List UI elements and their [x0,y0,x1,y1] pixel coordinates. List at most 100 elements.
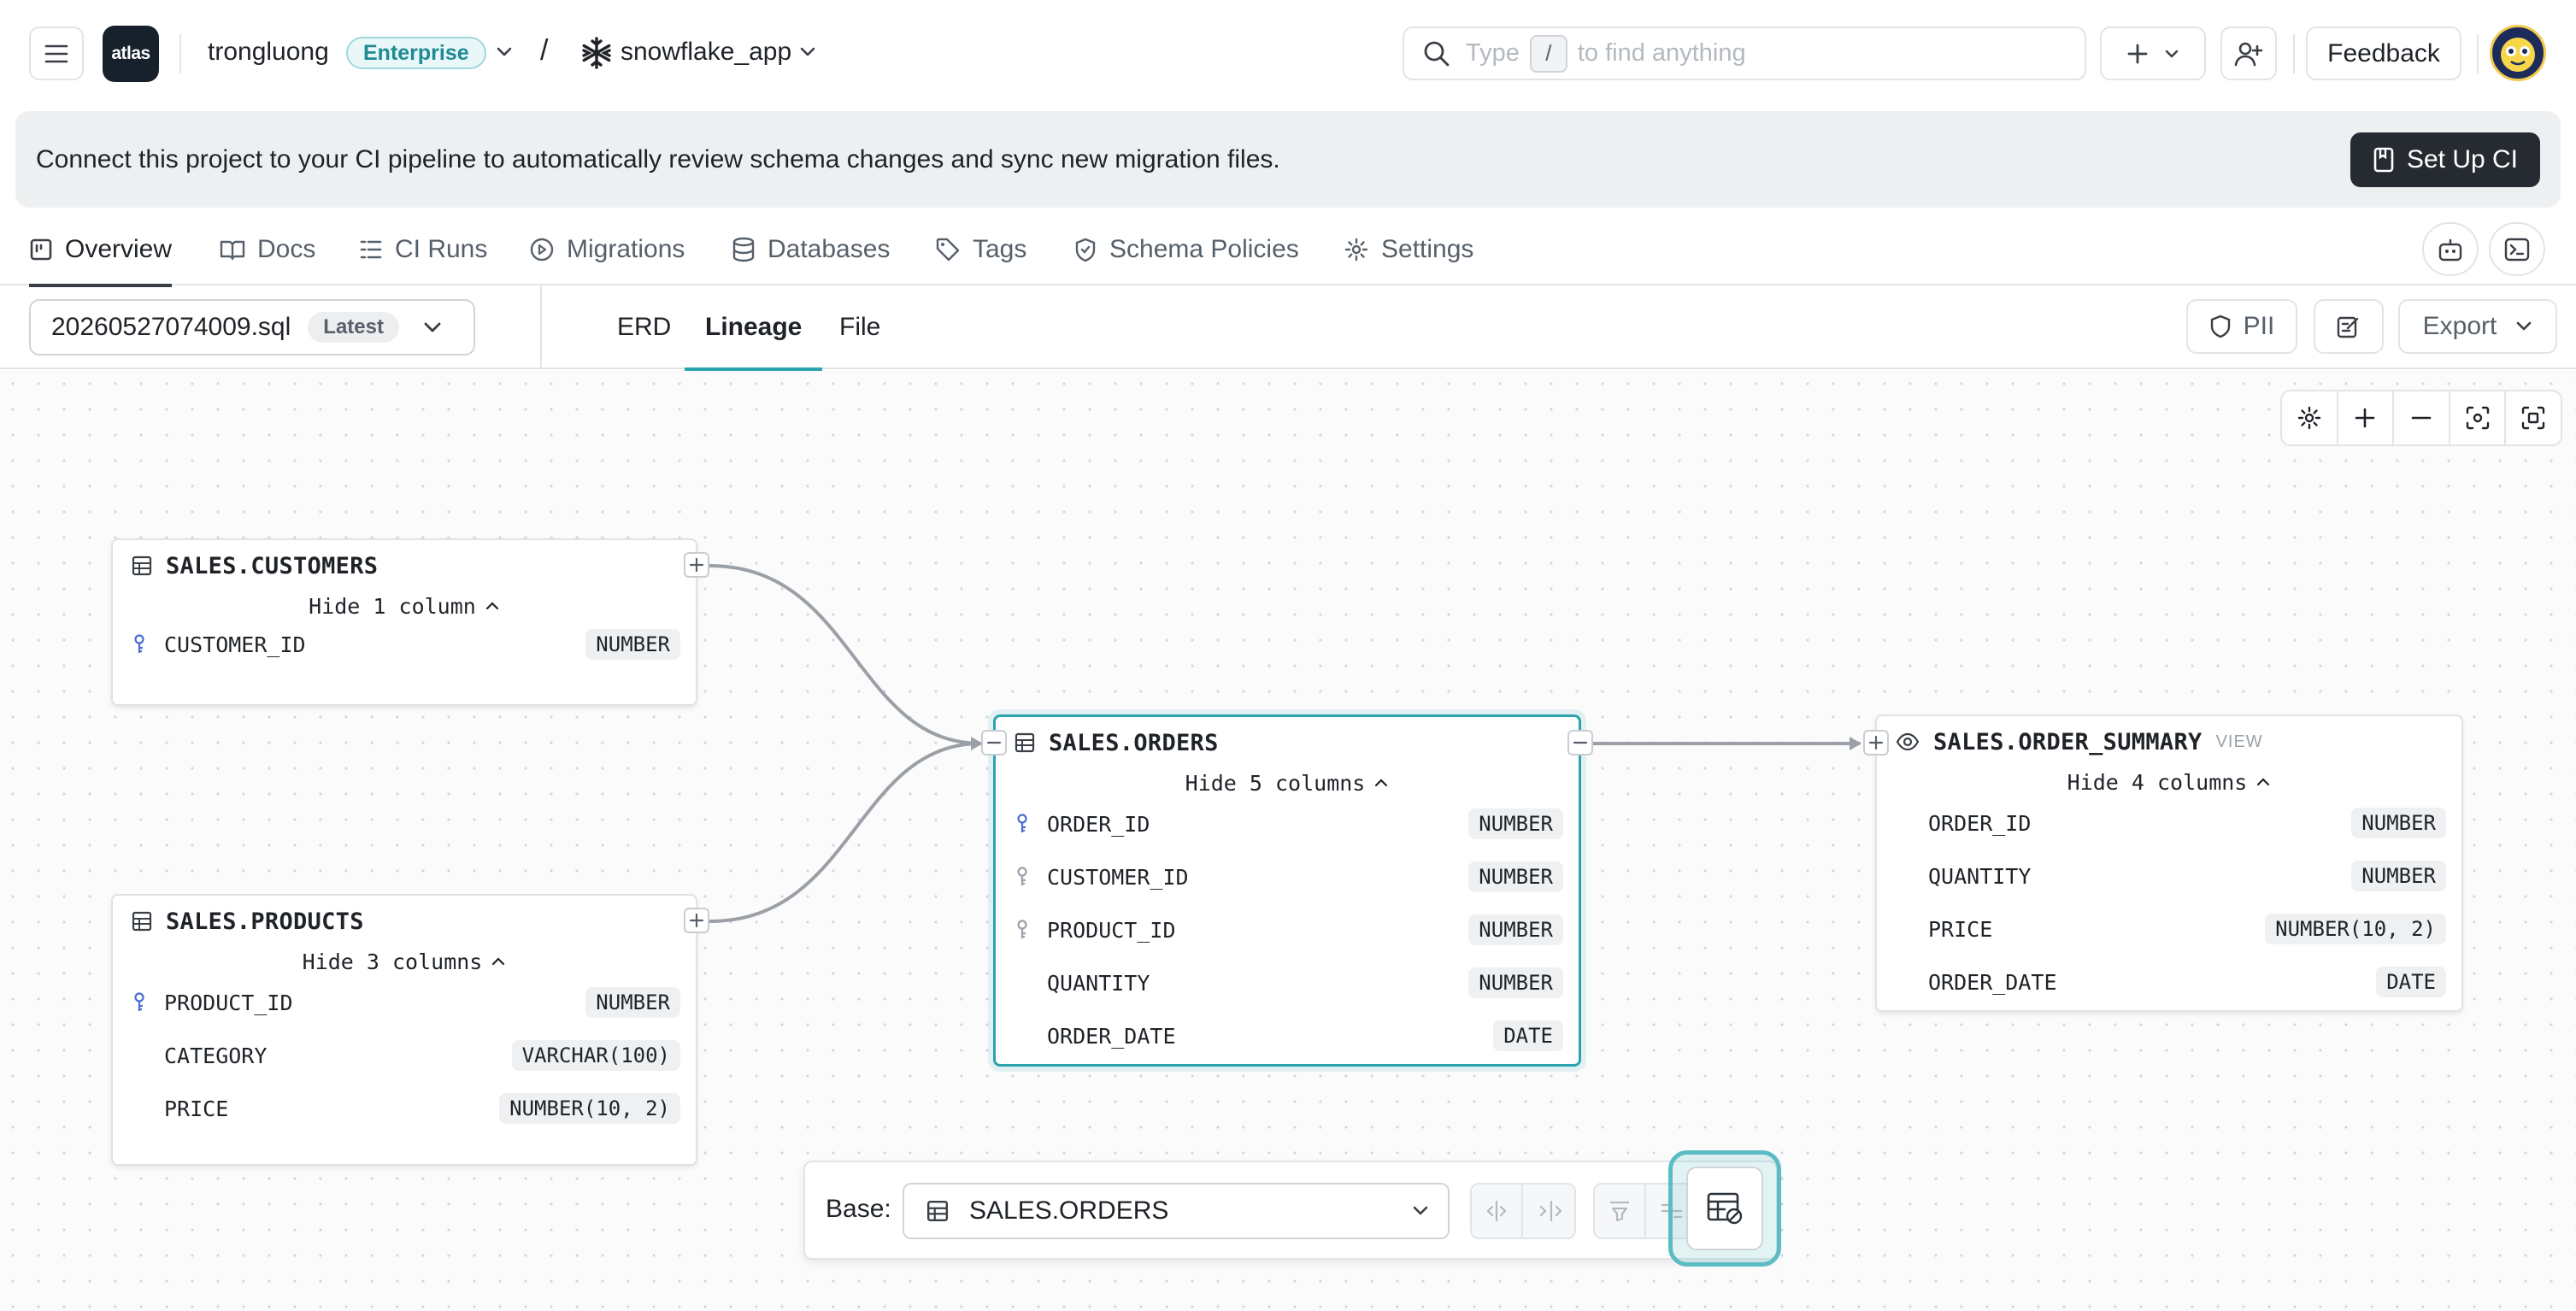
tab-label: Databases [768,235,891,263]
column-row: ORDER_ID NUMBER [1877,797,2461,850]
column-name: CATEGORY [164,1043,268,1068]
node-header: SALES.ORDERS [996,717,1579,768]
hide-columns-toggle[interactable]: Hide 4 columns [1877,767,2461,797]
search-icon [1424,41,1450,66]
tab-label: Schema Policies [1109,235,1299,263]
column-name: ORDER_DATE [1928,969,2057,995]
create-menu-button[interactable] [2100,26,2206,80]
global-search[interactable]: Type / to find anything [1403,26,2086,80]
avatar-icon [2501,38,2535,72]
hide-unrelated-tables-button[interactable] [1686,1167,1763,1250]
expand-handle[interactable] [684,908,709,933]
view-node-order-summary[interactable]: SALES.ORDER_SUMMARY VIEW Hide 4 columns … [1875,714,2463,1012]
divider [179,34,181,73]
user-avatar[interactable] [2490,25,2546,81]
filter-button[interactable] [1595,1185,1646,1238]
tab-migrations[interactable]: Migrations [529,214,685,285]
feedback-button[interactable]: Feedback [2306,26,2461,80]
edit-notes-button[interactable] [2314,299,2384,354]
column-row: PRODUCT_ID NUMBER [996,903,1579,956]
project-nav: Overview Docs CI Runs Migrations Databas… [0,214,2576,287]
table-node-customers[interactable]: SALES.CUSTOMERS Hide 1 column CUSTOMER_I… [111,538,697,706]
tab-schema-policies[interactable]: Schema Policies [1073,214,1299,285]
top-bar: atlas trongluong Enterprise / snowflake_… [0,0,2576,108]
node-title: SALES.ORDER_SUMMARY [1933,728,2203,755]
invite-user-button[interactable] [2220,26,2277,80]
column-row: PRODUCT_ID NUMBER [113,976,696,1029]
minus-icon [986,741,1002,744]
atlas-logo[interactable]: atlas [103,26,159,82]
table-node-products[interactable]: SALES.PRODUCTS Hide 3 columns PRODUCT_ID… [111,894,697,1166]
add-user-icon [2234,42,2263,66]
tab-databases[interactable]: Databases [732,214,890,285]
column-name: QUANTITY [1928,863,2032,889]
tab-erd[interactable]: ERD [617,285,671,369]
column-name: PRODUCT_ID [164,990,293,1015]
column-name: QUANTITY [1047,970,1150,996]
hide-columns-toggle[interactable]: Hide 3 columns [113,947,696,976]
column-type: DATE [1493,1020,1563,1051]
column-name: PRODUCT_ID [1047,917,1176,943]
chevron-down-icon[interactable] [496,46,513,58]
database-icon [732,237,755,262]
chevron-up-icon [1375,779,1388,787]
tab-label: Migrations [567,235,685,263]
hide-columns-label: Hide 4 columns [2067,769,2248,795]
base-table-select[interactable]: SALES.ORDERS [903,1183,1450,1239]
column-type: NUMBER [1468,861,1563,892]
chevron-up-icon [492,957,505,966]
collapse-handle[interactable] [1567,730,1593,755]
column-row: PRICE NUMBER(10, 2) [113,1082,696,1135]
column-row: ORDER_DATE DATE [1877,955,2461,1008]
search-placeholder-rest: to find anything [1577,39,1746,67]
tab-tags[interactable]: Tags [935,214,1026,285]
migration-file-select[interactable]: 20260527074009.sql Latest [29,299,475,356]
column-type: NUMBER [585,987,680,1018]
tab-docs[interactable]: Docs [220,214,315,285]
terminal-button[interactable] [2489,222,2545,276]
collapse-handle[interactable] [981,730,1007,755]
menu-button[interactable] [29,26,84,80]
bot-button[interactable] [2422,222,2479,276]
node-header: SALES.PRODUCTS [113,896,696,947]
hide-columns-toggle[interactable]: Hide 5 columns [996,768,1579,797]
setup-ci-button[interactable]: Set Up CI [2350,132,2540,187]
lineage-canvas[interactable]: SALES.CUSTOMERS Hide 1 column CUSTOMER_I… [0,371,2576,1311]
tab-settings[interactable]: Settings [1344,214,1473,285]
hamburger-icon [44,44,68,62]
upstream-icon [1486,1200,1507,1222]
migrations-icon [530,238,554,262]
hide-columns-toggle[interactable]: Hide 1 column [113,591,696,620]
chevron-down-icon[interactable] [799,46,816,58]
plus-icon [689,557,704,573]
upstream-depth-button[interactable] [1472,1185,1523,1238]
tab-file[interactable]: File [839,285,880,369]
minus-icon [1573,741,1588,744]
tab-label: Docs [257,235,316,263]
search-placeholder: Type [1466,39,1520,67]
table-node-orders[interactable]: SALES.ORDERS Hide 5 columns ORDER_ID NUM… [993,714,1581,1067]
edge-customers-orders [709,564,982,745]
depth-controls [1470,1183,1576,1239]
book-icon [2373,147,2394,173]
tab-lineage[interactable]: Lineage [684,285,823,371]
table-icon [1015,732,1035,753]
project-name[interactable]: snowflake_app [620,38,791,67]
primary-key-icon [132,634,147,655]
eye-icon [1896,732,1920,751]
primary-key-icon [132,992,147,1013]
column-row: CUSTOMER_ID NUMBER [996,850,1579,903]
tab-overview[interactable]: Overview [29,214,173,287]
expand-handle[interactable] [684,552,709,578]
ci-setup-banner: Connect this project to your CI pipeline… [15,111,2561,208]
pii-button[interactable]: PII [2186,299,2297,354]
column-row: ORDER_DATE DATE [996,1009,1579,1062]
org-name[interactable]: trongluong [208,38,329,67]
table-icon [132,556,152,576]
downstream-icon [1539,1200,1561,1222]
export-button[interactable]: Export [2398,299,2557,354]
tab-ci-runs[interactable]: CI Runs [359,214,487,285]
downstream-depth-button[interactable] [1523,1185,1574,1238]
expand-handle[interactable] [1863,730,1889,755]
column-row: PRICE NUMBER(10, 2) [1877,902,2461,955]
